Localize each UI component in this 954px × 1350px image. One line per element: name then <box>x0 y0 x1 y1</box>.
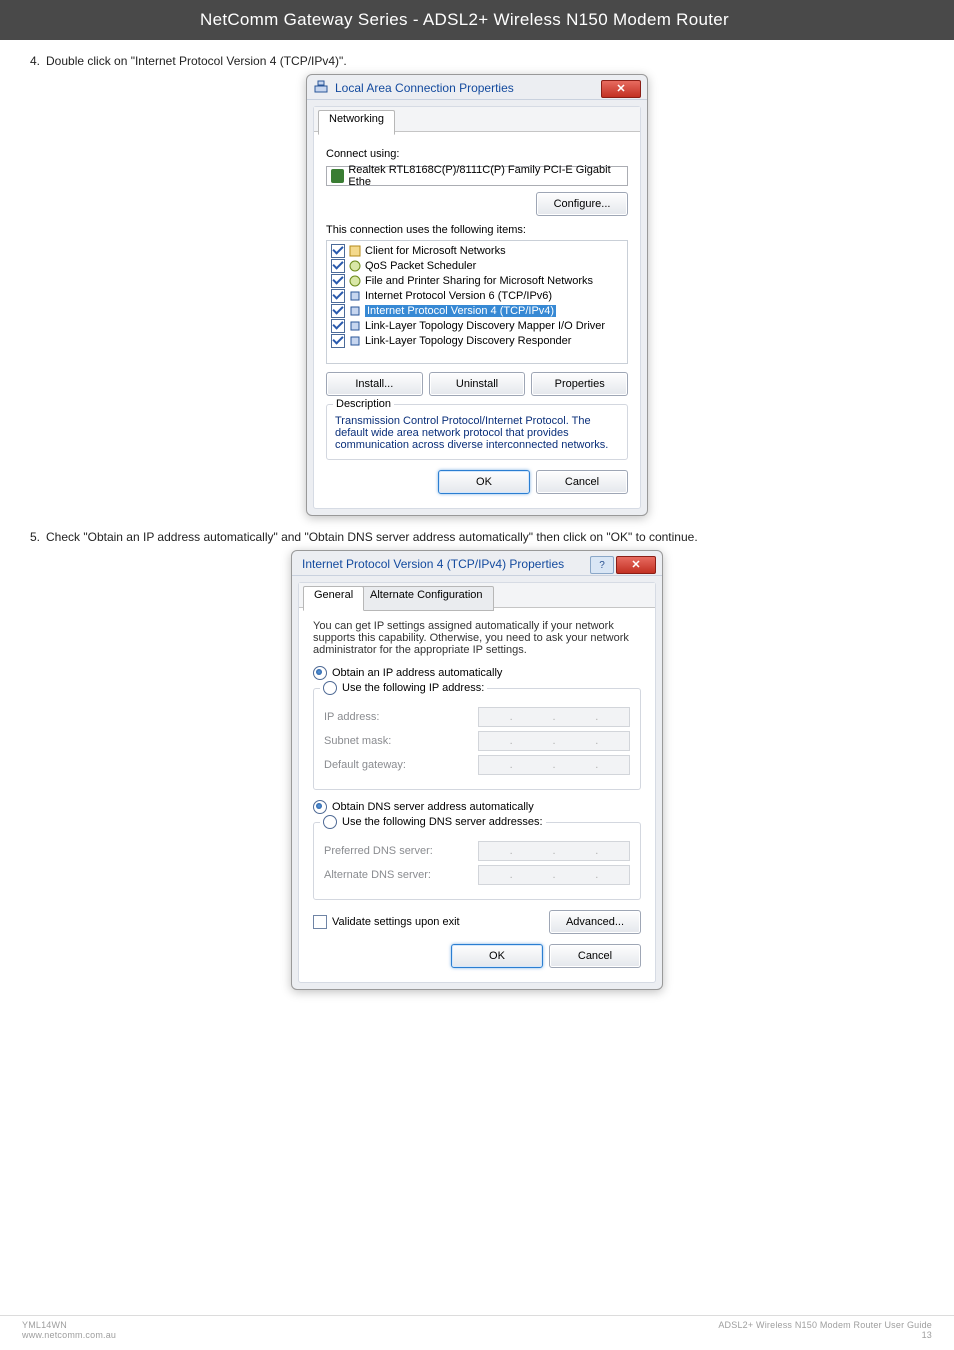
ipv4-help-text: You can get IP settings assigned automat… <box>313 620 641 656</box>
subnet-mask-field: ... <box>478 731 630 751</box>
footer-right-2: 13 <box>718 1330 932 1340</box>
advanced-button[interactable]: Advanced... <box>549 910 641 934</box>
checkbox[interactable] <box>331 274 345 288</box>
list-item[interactable]: File and Printer Sharing for Microsoft N… <box>330 273 624 288</box>
list-item-label: Client for Microsoft Networks <box>365 245 506 257</box>
service-icon <box>348 259 362 273</box>
list-item-label: Link-Layer Topology Discovery Mapper I/O… <box>365 320 605 332</box>
page-footer: YML14WN www.netcomm.com.au ADSL2+ Wirele… <box>0 1315 954 1350</box>
protocol-icon <box>348 304 362 318</box>
description-legend: Description <box>333 398 394 410</box>
uses-items-label: This connection uses the following items… <box>326 224 628 236</box>
step-5: 5.Check "Obtain an IP address automatica… <box>26 530 954 544</box>
ipv4-title-text: Internet Protocol Version 4 (TCP/IPv4) P… <box>302 557 564 571</box>
adapter-text: Realtek RTL8168C(P)/8111C(P) Family PCI-… <box>348 164 623 188</box>
checkbox[interactable] <box>331 319 345 333</box>
list-item[interactable]: QoS Packet Scheduler <box>330 258 624 273</box>
validate-checkbox-row[interactable]: Validate settings upon exit <box>313 915 460 929</box>
subnet-mask-label: Subnet mask: <box>324 735 391 747</box>
page-banner: NetComm Gateway Series - ADSL2+ Wireless… <box>0 0 954 40</box>
default-gateway-field: ... <box>478 755 630 775</box>
list-item[interactable]: Link-Layer Topology Discovery Responder <box>330 333 624 348</box>
protocol-icon <box>348 319 362 333</box>
configure-button[interactable]: Configure... <box>536 192 628 216</box>
tab-alternate-configuration[interactable]: Alternate Configuration <box>359 586 494 611</box>
footer-left-1: YML14WN <box>22 1320 116 1330</box>
tab-general[interactable]: General <box>303 586 364 611</box>
checkbox[interactable] <box>331 334 345 348</box>
radio-label: Obtain an IP address automatically <box>332 667 502 679</box>
list-item-label: Internet Protocol Version 4 (TCP/IPv4) <box>365 305 556 317</box>
alternate-dns-label: Alternate DNS server: <box>324 869 431 881</box>
ipv4-dialog: Internet Protocol Version 4 (TCP/IPv4) P… <box>291 550 663 990</box>
list-item-label: Internet Protocol Version 6 (TCP/IPv6) <box>365 290 552 302</box>
preferred-dns-label: Preferred DNS server: <box>324 845 433 857</box>
ok-button[interactable]: OK <box>438 470 530 494</box>
checkbox[interactable] <box>331 244 345 258</box>
description-text: Transmission Control Protocol/Internet P… <box>335 415 619 451</box>
checkbox[interactable] <box>331 259 345 273</box>
uninstall-button[interactable]: Uninstall <box>429 372 526 396</box>
radio-icon <box>313 800 327 814</box>
radio-icon <box>313 666 327 680</box>
radio-obtain-ip-auto[interactable]: Obtain an IP address automatically <box>313 666 641 680</box>
properties-button[interactable]: Properties <box>531 372 628 396</box>
ip-address-field: ... <box>478 707 630 727</box>
list-item-label: File and Printer Sharing for Microsoft N… <box>365 275 593 287</box>
networking-icon <box>314 80 328 94</box>
radio-obtain-dns-auto[interactable]: Obtain DNS server address automatically <box>313 800 641 814</box>
list-item-label: Link-Layer Topology Discovery Responder <box>365 335 571 347</box>
ipv4-titlebar[interactable]: Internet Protocol Version 4 (TCP/IPv4) P… <box>292 551 662 576</box>
install-button[interactable]: Install... <box>326 372 423 396</box>
description-group: Description Transmission Control Protoco… <box>326 404 628 460</box>
ok-button[interactable]: OK <box>451 944 543 968</box>
close-icon: ✕ <box>631 560 640 571</box>
radio-label: Obtain DNS server address automatically <box>332 801 534 813</box>
radio-icon <box>323 815 337 829</box>
checkbox[interactable] <box>331 304 345 318</box>
radio-icon <box>323 681 337 695</box>
tab-networking[interactable]: Networking <box>318 110 395 135</box>
step-4: 4.Double click on "Internet Protocol Ver… <box>26 54 954 68</box>
preferred-dns-field: ... <box>478 841 630 861</box>
radio-use-following-ip[interactable]: Use the following IP address: <box>323 682 484 694</box>
checkbox[interactable] <box>331 289 345 303</box>
cancel-button[interactable]: Cancel <box>549 944 641 968</box>
ip-address-label: IP address: <box>324 711 379 723</box>
alternate-dns-field: ... <box>478 865 630 885</box>
nic-icon <box>331 169 344 183</box>
validate-label: Validate settings upon exit <box>332 916 460 928</box>
list-item-label: QoS Packet Scheduler <box>365 260 476 272</box>
step-5-text: Check "Obtain an IP address automaticall… <box>46 530 698 544</box>
service-icon <box>348 274 362 288</box>
list-item[interactable]: Link-Layer Topology Discovery Mapper I/O… <box>330 318 624 333</box>
checkbox[interactable] <box>313 915 327 929</box>
help-button[interactable]: ? <box>590 556 614 574</box>
radio-use-following-dns[interactable]: Use the following DNS server addresses: <box>323 816 543 828</box>
close-button[interactable]: ✕ <box>616 556 656 574</box>
close-button[interactable]: ✕ <box>601 80 641 98</box>
list-item[interactable]: Client for Microsoft Networks <box>330 243 624 258</box>
footer-left-2: www.netcomm.com.au <box>22 1330 116 1340</box>
cancel-button[interactable]: Cancel <box>536 470 628 494</box>
protocol-icon <box>348 334 362 348</box>
connect-using-label: Connect using: <box>326 148 628 160</box>
radio-label: Use the following IP address: <box>342 682 484 694</box>
components-listbox[interactable]: Client for Microsoft Networks QoS Packet… <box>326 240 628 364</box>
protocol-icon <box>348 289 362 303</box>
lac-title-text: Local Area Connection Properties <box>335 81 514 95</box>
client-icon <box>348 244 362 258</box>
default-gateway-label: Default gateway: <box>324 759 406 771</box>
step-4-text: Double click on "Internet Protocol Versi… <box>46 54 347 68</box>
lac-dialog: Local Area Connection Properties ✕ Netwo… <box>306 74 648 516</box>
list-item-selected[interactable]: Internet Protocol Version 4 (TCP/IPv4) <box>330 303 624 318</box>
group-use-following-dns: Use the following DNS server addresses: … <box>313 822 641 900</box>
radio-label: Use the following DNS server addresses: <box>342 816 543 828</box>
lac-titlebar[interactable]: Local Area Connection Properties ✕ <box>307 75 647 100</box>
group-use-following-ip: Use the following IP address: IP address… <box>313 688 641 790</box>
list-item[interactable]: Internet Protocol Version 6 (TCP/IPv6) <box>330 288 624 303</box>
adapter-field: Realtek RTL8168C(P)/8111C(P) Family PCI-… <box>326 166 628 186</box>
footer-right-1: ADSL2+ Wireless N150 Modem Router User G… <box>718 1320 932 1330</box>
close-icon: ✕ <box>616 84 625 95</box>
